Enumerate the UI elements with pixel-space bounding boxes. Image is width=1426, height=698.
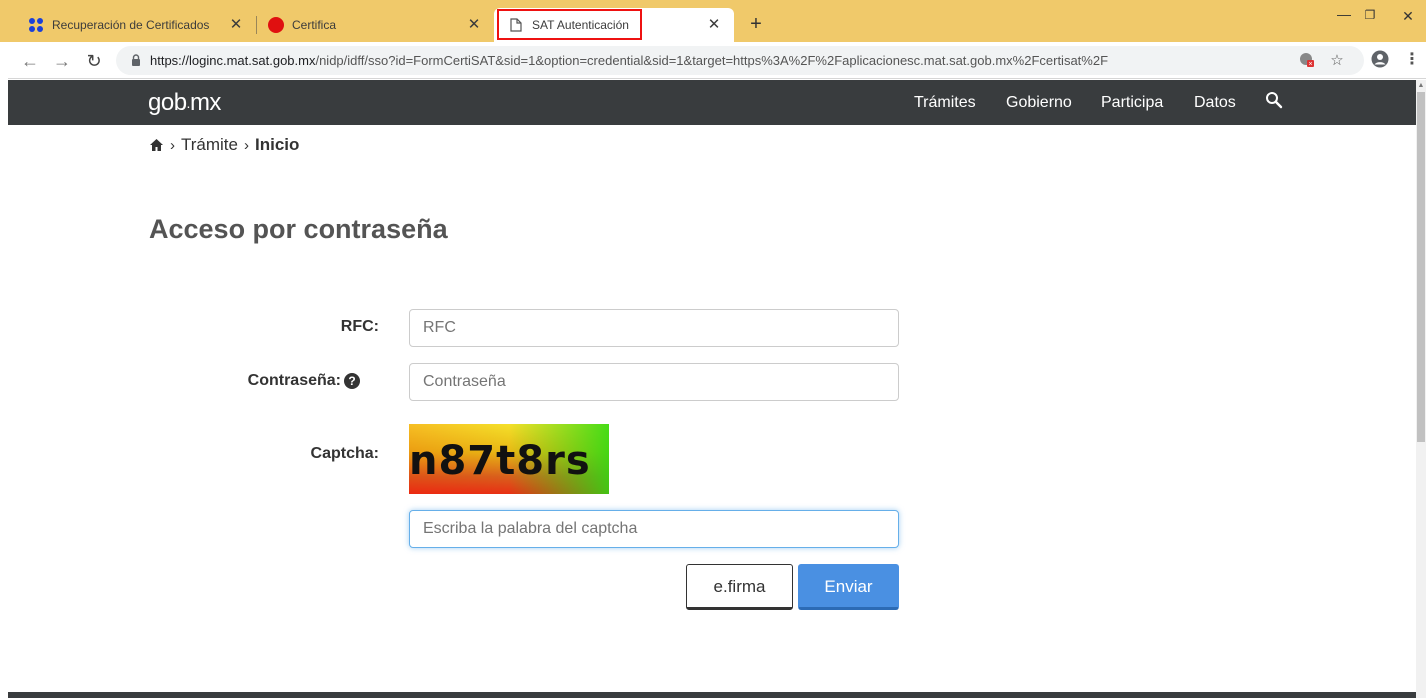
svg-text:×: × (1308, 61, 1312, 68)
help-icon[interactable]: ? (344, 372, 360, 389)
address-bar[interactable]: https://loginc.mat.sat.gob.mx/nidp/idff/… (116, 46, 1364, 75)
logo-gob: gob (148, 89, 187, 116)
nav-participa[interactable]: Participa (1101, 94, 1163, 112)
minimize-icon[interactable]: — (1334, 6, 1354, 22)
page-content: gob.mx Trámites Gobierno Participa Datos… (8, 80, 1416, 698)
url-text: https://loginc.mat.sat.gob.mx/nidp/idff/… (150, 53, 1108, 68)
close-icon[interactable]: ✕ (466, 17, 482, 33)
tab-recuperacion[interactable]: Recuperación de Certificados ✕ (8, 8, 256, 42)
tab-title: Certifica (292, 18, 337, 32)
forward-icon[interactable]: → (52, 51, 72, 71)
page-title: Acceso por contraseña (149, 214, 448, 244)
nav-gobierno[interactable]: Gobierno (1006, 94, 1072, 112)
logo-mx: mx (189, 89, 222, 116)
blocked-cookie-icon[interactable]: × (1298, 52, 1316, 70)
url-path: /nidp/idff/sso?id=FormCertiSAT&sid=1&opt… (315, 53, 1109, 68)
breadcrumb-separator-icon: › (244, 136, 249, 154)
breadcrumb-separator-icon: › (170, 136, 175, 154)
tab-certifica[interactable]: Certifica ✕ (248, 8, 494, 42)
menu-kebab-icon[interactable]: ⋮ (1402, 50, 1422, 70)
star-icon[interactable]: ☆ (1328, 52, 1346, 70)
efirma-button[interactable]: e.firma (686, 564, 793, 610)
breadcrumb-inicio: Inicio (255, 135, 300, 154)
captcha-image: n87t8rs (409, 424, 609, 494)
nav-tramites[interactable]: Trámites (914, 94, 976, 112)
tab-strip: Recuperación de Certificados ✕ Certifica… (0, 0, 1426, 42)
lock-icon (132, 54, 140, 66)
captcha-text: n87t8rs (409, 438, 591, 484)
breadcrumb-tramite[interactable]: Trámite (181, 135, 238, 155)
password-label: Contraseña: (247, 372, 341, 389)
close-icon[interactable]: ✕ (706, 17, 722, 33)
rfc-input[interactable] (409, 309, 899, 347)
search-icon[interactable] (1265, 91, 1283, 109)
url-host: https://loginc.mat.sat.gob.mx (150, 53, 316, 68)
red-circle-icon (268, 17, 284, 33)
footer-bar (8, 692, 1416, 698)
restore-icon[interactable]: ❐ (1360, 8, 1380, 22)
grid-dots-icon (28, 17, 44, 33)
home-icon[interactable] (149, 138, 164, 152)
reload-icon[interactable]: ↻ (84, 51, 104, 71)
close-window-icon[interactable]: ✕ (1398, 8, 1418, 25)
scroll-up-icon[interactable]: ▲ (1417, 82, 1425, 90)
back-icon[interactable]: ← (20, 51, 40, 71)
password-input[interactable] (409, 363, 899, 401)
account-icon[interactable] (1370, 50, 1390, 70)
page-scrollbar[interactable]: ▲ (1416, 80, 1426, 698)
tab-highlight-box (497, 9, 642, 40)
nav-datos[interactable]: Datos (1194, 94, 1236, 112)
password-label-row: Contraseña:? (160, 372, 360, 390)
new-tab-button[interactable]: + (746, 14, 766, 34)
breadcrumb: › Trámite › Inicio (149, 135, 299, 155)
scrollbar-thumb[interactable] (1417, 92, 1425, 442)
gobmx-logo[interactable]: gob.mx (148, 89, 221, 117)
captcha-input[interactable] (409, 510, 899, 548)
site-navbar: gob.mx Trámites Gobierno Participa Datos (8, 80, 1416, 125)
tab-title: Recuperación de Certificados (52, 18, 210, 32)
rfc-label: RFC: (340, 318, 379, 335)
captcha-label: Captcha: (310, 445, 379, 462)
submit-button[interactable]: Enviar (798, 564, 899, 610)
browser-toolbar: ← → ↻ https://loginc.mat.sat.gob.mx/nidp… (8, 42, 1426, 79)
close-icon[interactable]: ✕ (228, 17, 244, 33)
